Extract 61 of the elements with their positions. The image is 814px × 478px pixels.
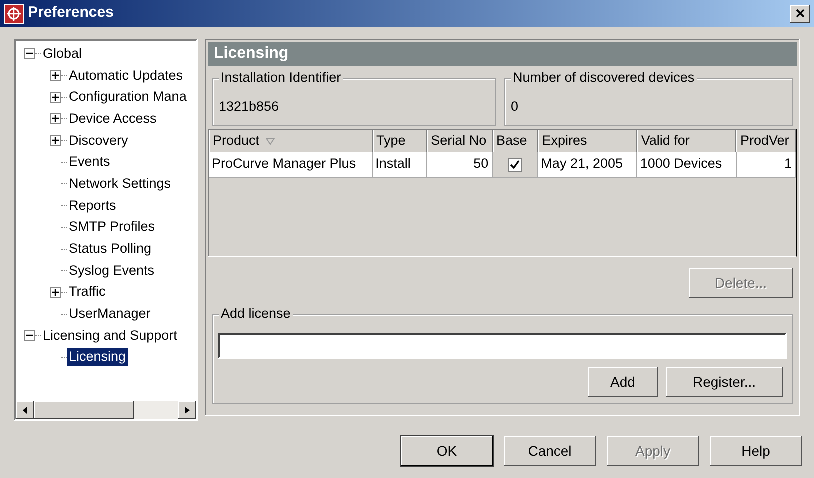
left-arrow-icon <box>22 406 28 414</box>
column-header[interactable]: ProdVer <box>736 130 796 152</box>
tree-item[interactable]: Discovery <box>67 132 130 150</box>
collapse-toggle[interactable] <box>24 48 35 60</box>
close-button[interactable] <box>790 4 810 22</box>
expand-toggle[interactable] <box>50 135 61 146</box>
window-title: Preferences <box>28 3 114 24</box>
tree-item[interactable]: Events <box>67 153 112 172</box>
tree-item[interactable]: Licensing <box>67 348 128 366</box>
table-cell: ProCurve Manager Plus <box>209 152 373 178</box>
sort-icon <box>266 138 275 144</box>
expand-toggle[interactable] <box>50 70 61 82</box>
device-count: 0 <box>511 98 519 116</box>
column-header[interactable]: Valid for <box>637 130 736 152</box>
plus-icon <box>52 137 59 144</box>
plus-icon <box>52 288 59 296</box>
tree-item[interactable]: Global <box>41 44 84 63</box>
dialog-button[interactable]: Help <box>710 436 802 466</box>
expand-toggle[interactable] <box>50 286 61 298</box>
scroll-thumb[interactable] <box>34 401 134 419</box>
table-cell: 1000 Devices <box>637 152 736 178</box>
column-header[interactable]: Product <box>209 130 373 152</box>
dialog-button[interactable]: Cancel <box>504 436 596 466</box>
tree-item[interactable]: Traffic <box>67 283 108 302</box>
app-icon <box>4 4 24 24</box>
tree-item[interactable]: Reports <box>67 196 118 215</box>
license-field[interactable] <box>218 333 787 359</box>
tree-item[interactable]: Licensing and Support <box>41 326 180 345</box>
register-button[interactable]: Register... <box>666 367 783 397</box>
plus-icon <box>52 94 59 101</box>
tree-item[interactable]: Status Polling <box>67 240 154 258</box>
scroll-left-button[interactable] <box>16 401 34 419</box>
collapse-toggle[interactable] <box>24 330 35 342</box>
tree-item[interactable]: Automatic Updates <box>67 66 186 85</box>
panel-title: Licensing <box>214 44 289 64</box>
add-button[interactable]: Add <box>588 367 658 397</box>
column-header[interactable]: Expires <box>538 130 638 152</box>
column-header[interactable]: Type <box>372 130 428 152</box>
tree-item[interactable]: SMTP Profiles <box>67 218 158 236</box>
scroll-right-button[interactable] <box>178 401 196 419</box>
checkbox[interactable] <box>508 158 522 172</box>
expand-toggle[interactable] <box>50 113 61 124</box>
right-arrow-icon <box>184 406 190 414</box>
table-cell: Install <box>372 152 428 178</box>
tree-item[interactable]: UserManager <box>67 305 153 324</box>
expand-toggle[interactable] <box>50 92 61 103</box>
identifier-value: 1321b856 <box>219 98 280 116</box>
plus-icon <box>52 115 59 122</box>
table-cell: 50 <box>427 152 493 178</box>
tree-item[interactable]: Device Access <box>67 110 159 128</box>
tree-item[interactable]: Syslog Events <box>67 262 157 280</box>
dialog-button[interactable]: OK <box>401 436 493 466</box>
column-header[interactable]: Base <box>492 130 538 152</box>
tree-item[interactable]: Configuration Mana <box>67 88 189 106</box>
close-icon <box>796 9 804 18</box>
plus-icon <box>52 72 59 80</box>
column-header[interactable]: Serial No <box>427 130 493 152</box>
horizontal-scrollbar[interactable] <box>16 401 196 419</box>
table-cell: May 21, 2005 <box>538 152 638 178</box>
table-cell: 1 <box>736 152 796 178</box>
tree-item[interactable]: Network Settings <box>67 174 174 193</box>
